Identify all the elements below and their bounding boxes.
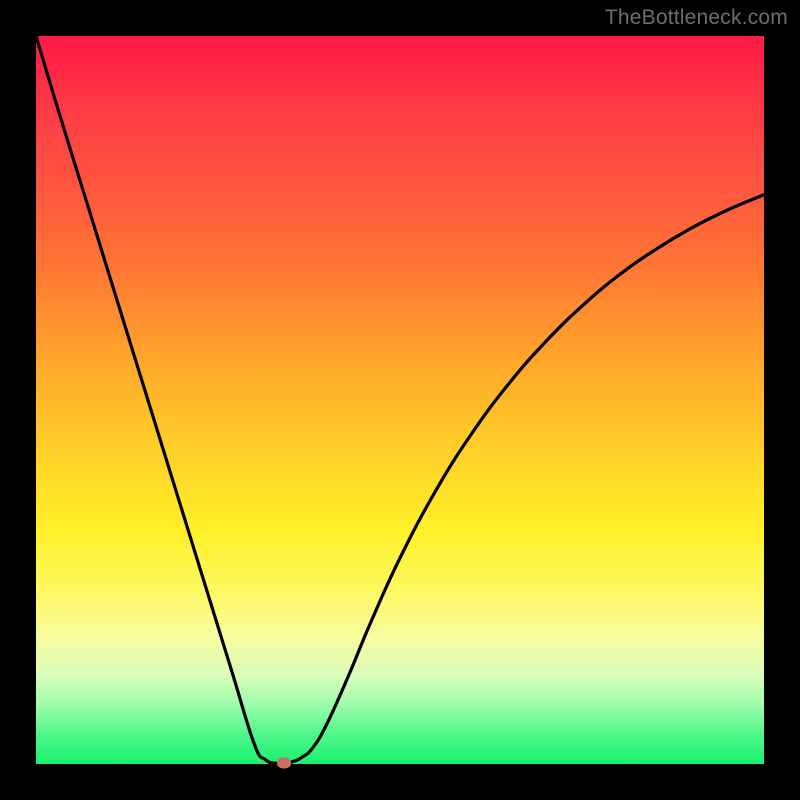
- bottleneck-curve: [36, 36, 764, 764]
- watermark-text: TheBottleneck.com: [605, 6, 788, 30]
- optimum-marker: [277, 757, 291, 768]
- plot-area: [36, 36, 764, 764]
- chart-stage: TheBottleneck.com: [0, 0, 800, 800]
